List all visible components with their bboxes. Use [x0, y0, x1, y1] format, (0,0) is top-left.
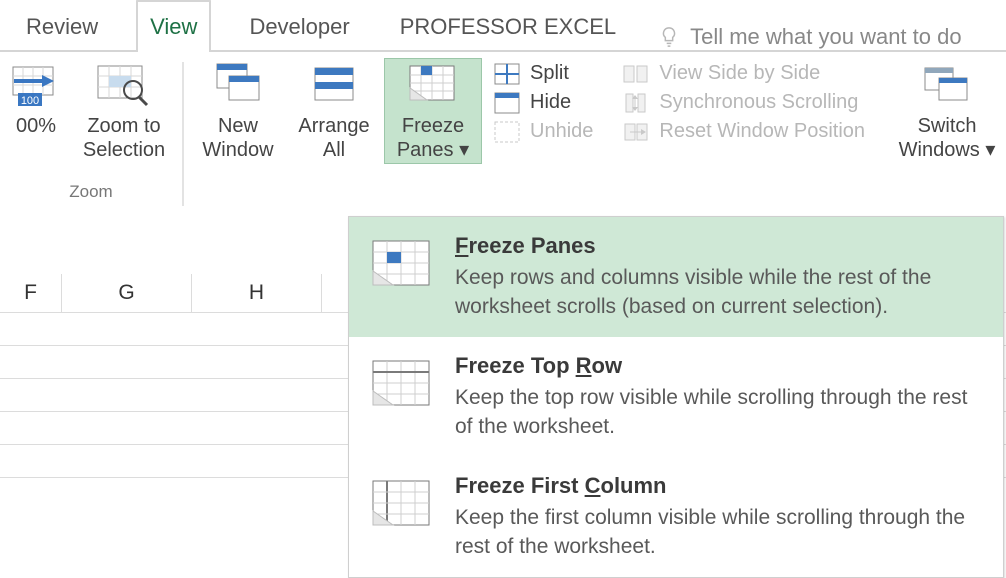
unhide-icon — [494, 121, 520, 143]
zoom-100-icon: 100 — [12, 60, 60, 108]
col-header-h[interactable]: H — [192, 274, 322, 312]
unhide-label: Unhide — [530, 120, 593, 143]
hide-button[interactable]: Hide — [494, 91, 593, 114]
col-header-f[interactable]: F — [0, 274, 62, 312]
split-label: Split — [530, 62, 569, 85]
freeze-panes-icon — [405, 60, 461, 108]
zoom-100-button[interactable]: 100 00% — [8, 58, 64, 138]
menu-freeze-first-col-title: Freeze First Column — [455, 473, 981, 499]
menu-freeze-first-column[interactable]: Freeze First Column Keep the first colum… — [349, 457, 1003, 577]
ribbon: 100 00% Zoom toSelection Zoom — [0, 52, 1006, 216]
new-window-icon — [213, 60, 263, 108]
new-window-button[interactable]: NewWindow — [192, 58, 284, 162]
menu-freeze-first-col-desc: Keep the first column visible while scro… — [455, 503, 981, 561]
switch-windows-icon — [919, 60, 975, 108]
menu-freeze-top-row[interactable]: Freeze Top Row Keep the top row visible … — [349, 337, 1003, 457]
side-by-side-label: View Side by Side — [659, 62, 820, 85]
menu-freeze-panes-title: Freeze Panes — [455, 233, 981, 259]
freeze-panes-button[interactable]: FreezePanes ▾ — [384, 58, 482, 164]
split-button[interactable]: Split — [494, 62, 593, 85]
synchronous-scrolling-button: Synchronous Scrolling — [623, 91, 865, 114]
freeze-panes-dropdown: Freeze Panes Keep rows and columns visib… — [348, 216, 1004, 578]
zoom-100-label: 00% — [16, 114, 56, 138]
lightbulb-icon — [658, 26, 680, 48]
group-zoom: 100 00% Zoom toSelection Zoom — [0, 52, 182, 216]
freeze-first-col-icon — [371, 479, 433, 531]
freeze-top-row-icon — [371, 359, 433, 411]
view-side-by-side-button: View Side by Side — [623, 62, 865, 85]
zoom-to-selection-button[interactable]: Zoom toSelection — [74, 58, 174, 162]
reset-pos-label: Reset Window Position — [659, 120, 865, 143]
hide-label: Hide — [530, 91, 571, 114]
svg-text:100: 100 — [21, 95, 39, 107]
chevron-down-icon: ▾ — [459, 139, 469, 161]
col-header-g[interactable]: G — [62, 274, 192, 312]
zoom-selection-icon — [96, 60, 152, 108]
tab-professor-excel[interactable]: PROFESSOR EXCEL — [388, 2, 628, 50]
group-zoom-name: Zoom — [0, 180, 182, 206]
side-by-side-icon — [623, 63, 649, 85]
arrange-all-button[interactable]: ArrangeAll — [290, 58, 378, 162]
menu-freeze-panes[interactable]: Freeze Panes Keep rows and columns visib… — [349, 217, 1003, 337]
unhide-button: Unhide — [494, 120, 593, 143]
reset-pos-icon — [623, 121, 649, 143]
freeze-panes-label: FreezePanes ▾ — [397, 114, 469, 162]
split-icon — [494, 63, 520, 85]
tab-review[interactable]: Review — [14, 2, 110, 50]
ribbon-tabs: Review View Developer PROFESSOR EXCEL Te… — [0, 0, 1006, 52]
tell-me-search[interactable]: Tell me what you want to do — [658, 24, 961, 50]
sync-scroll-icon — [623, 92, 649, 114]
arrange-all-label: ArrangeAll — [298, 114, 369, 162]
hide-icon — [494, 92, 520, 114]
switch-windows-button[interactable]: SwitchWindows ▾ — [895, 58, 999, 162]
sync-scroll-label: Synchronous Scrolling — [659, 91, 858, 114]
menu-freeze-top-row-desc: Keep the top row visible while scrolling… — [455, 383, 981, 441]
switch-windows-label: SwitchWindows ▾ — [899, 114, 996, 162]
menu-freeze-panes-desc: Keep rows and columns visible while the … — [455, 263, 981, 321]
chevron-down-icon: ▾ — [985, 139, 995, 161]
new-window-label: NewWindow — [202, 114, 273, 162]
arrange-all-icon — [309, 60, 359, 108]
group-window: NewWindow ArrangeAll FreezePanes — [184, 52, 1006, 216]
tell-me-placeholder: Tell me what you want to do — [690, 24, 961, 50]
zoom-sel-label: Zoom toSelection — [83, 114, 165, 162]
tab-view[interactable]: View — [136, 0, 211, 52]
reset-window-position-button: Reset Window Position — [623, 120, 865, 143]
freeze-panes-menu-icon — [371, 239, 433, 291]
tab-developer[interactable]: Developer — [237, 2, 361, 50]
menu-freeze-top-row-title: Freeze Top Row — [455, 353, 981, 379]
